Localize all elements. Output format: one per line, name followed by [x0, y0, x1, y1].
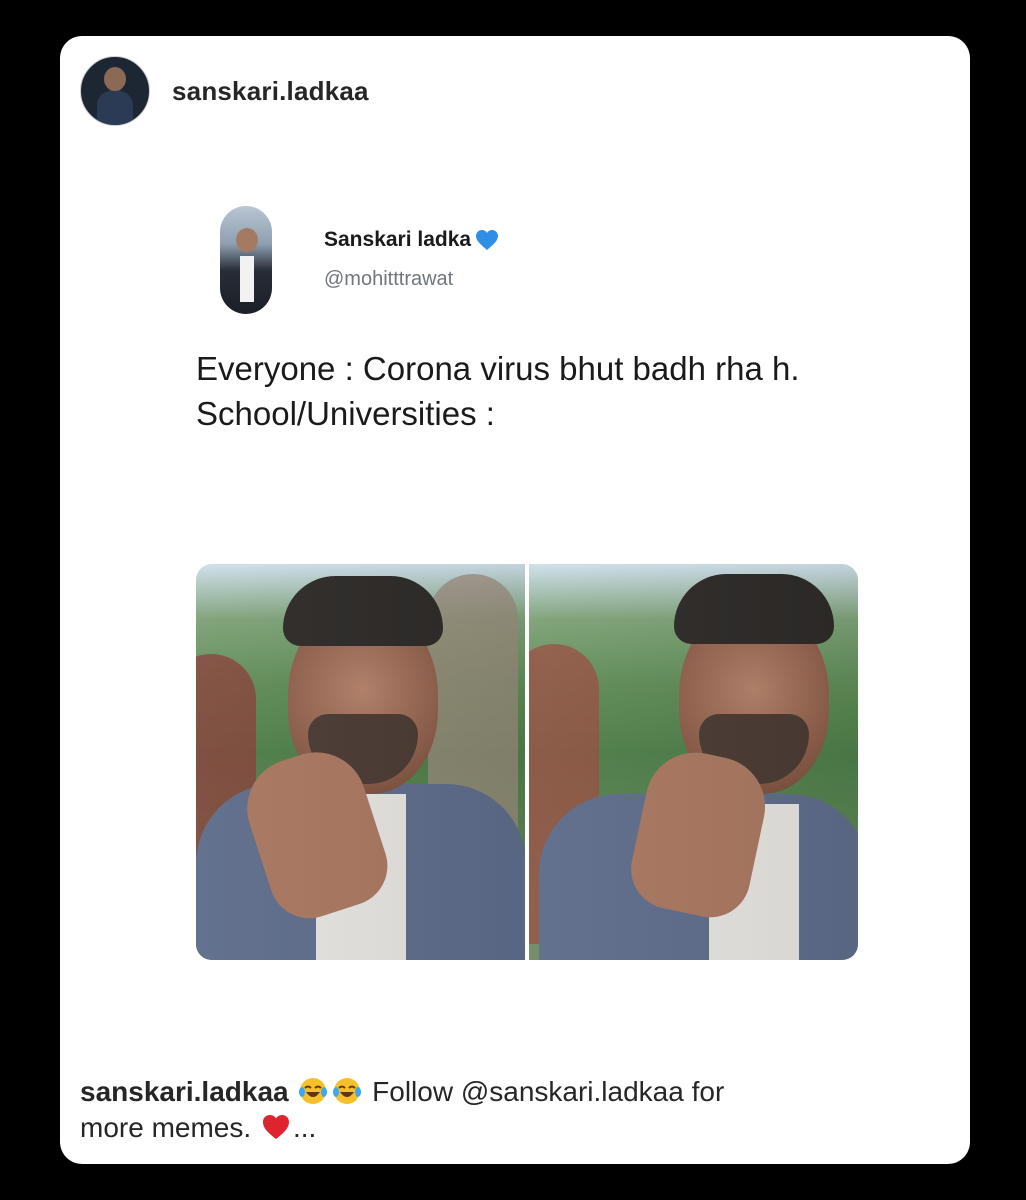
post-header: sanskari.ladkaa: [80, 56, 369, 126]
laughing-tears-icon: [333, 1078, 362, 1104]
laughing-tears-icon: [299, 1078, 328, 1104]
tweet-names: Sanskari ladka @mohitttrawat: [324, 228, 499, 291]
tweet-header: Sanskari ladka @mohitttrawat: [196, 206, 856, 314]
blue-heart-icon: [476, 230, 499, 250]
tweet-media-image[interactable]: [196, 564, 858, 960]
caption-text-1: Follow @sanskari.ladkaa for: [372, 1076, 725, 1107]
tweet-avatar: [220, 206, 272, 314]
avatar[interactable]: [80, 56, 150, 126]
tweet-display-name: Sanskari ladka: [324, 228, 499, 252]
red-heart-icon: [262, 1115, 289, 1139]
caption-text-2: more memes.: [80, 1112, 252, 1143]
tweet-handle: @mohitttrawat: [324, 268, 454, 290]
post-card: sanskari.ladkaa Sanskari ladka @mohitttr…: [60, 36, 970, 1164]
caption-username[interactable]: sanskari.ladkaa: [80, 1076, 289, 1107]
tweet-screenshot: Sanskari ladka @mohitttrawat Everyone : …: [196, 206, 856, 436]
tweet-display-name-text: Sanskari ladka: [324, 228, 472, 251]
meme-frame-left: [196, 564, 525, 960]
post-caption: sanskari.ladkaa Follow @sanskari.ladkaa …: [80, 1074, 940, 1146]
caption-ellipsis[interactable]: ...: [293, 1112, 316, 1143]
meme-frame-right: [529, 564, 858, 960]
post-username[interactable]: sanskari.ladkaa: [172, 76, 369, 107]
tweet-text: Everyone : Corona virus bhut badh rha h.…: [196, 350, 800, 432]
